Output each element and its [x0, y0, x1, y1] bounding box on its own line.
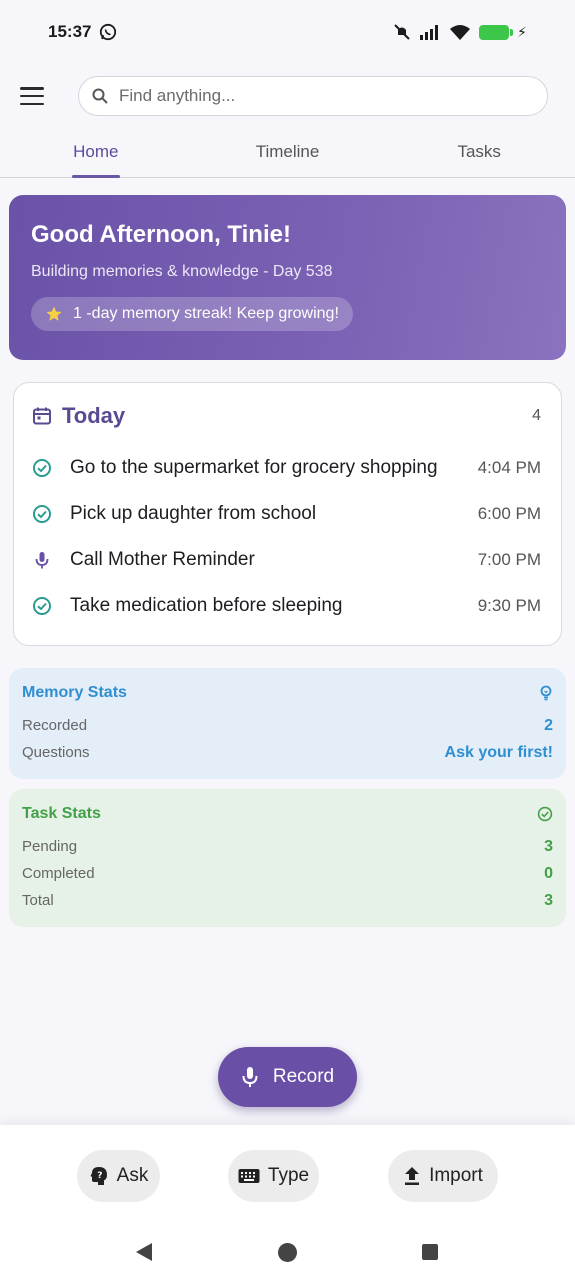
- search-icon: [92, 88, 108, 104]
- search-bar[interactable]: [78, 76, 548, 116]
- microphone-icon: [32, 550, 60, 570]
- check-circle-icon: [32, 458, 60, 478]
- today-count: 4: [532, 407, 541, 424]
- stats-row-label: Pending: [22, 838, 78, 855]
- task-stats-title: Task Stats: [22, 805, 101, 822]
- stats-row-value: 3: [544, 891, 553, 909]
- greeting-card: Good Afternoon, Tinie! Building memories…: [9, 195, 566, 360]
- memory-stats-card[interactable]: Memory Stats Recorded 2 Questions Ask yo…: [9, 668, 566, 779]
- recent-apps-icon[interactable]: [422, 1244, 438, 1260]
- stats-row: Pending 3: [22, 833, 553, 860]
- today-title: Today: [62, 403, 126, 428]
- type-label: Type: [267, 1165, 310, 1186]
- question-head-icon: ?: [90, 1167, 107, 1185]
- check-circle-icon: [32, 596, 60, 616]
- stats-row-label: Recorded: [22, 717, 88, 734]
- back-icon[interactable]: [136, 1243, 152, 1261]
- today-card: Today 4 Go to the supermarket for grocer…: [13, 382, 562, 646]
- status-time: 15:37: [48, 22, 92, 41]
- star-icon: [46, 306, 62, 321]
- stats-row: Recorded 2: [22, 712, 553, 739]
- check-circle-icon: [537, 806, 553, 822]
- microphone-icon: [242, 1067, 258, 1087]
- top-bar: [0, 74, 575, 118]
- today-item[interactable]: Pick up daughter from school 6:00 PM: [32, 491, 541, 537]
- today-item[interactable]: Call Mother Reminder 7:00 PM: [32, 537, 541, 583]
- lightbulb-icon: [540, 685, 552, 701]
- today-item[interactable]: Take medication before sleeping 9:30 PM: [32, 583, 541, 629]
- stats-row: Completed 0: [22, 860, 553, 887]
- signal-icon: [420, 25, 439, 40]
- whatsapp-icon: [100, 23, 117, 41]
- today-item-time: 9:30 PM: [477, 596, 541, 615]
- greeting-title: Good Afternoon, Tinie!: [31, 221, 291, 248]
- today-item-label: Go to the supermarket for grocery shoppi…: [70, 457, 438, 478]
- ask-button[interactable]: ? Ask: [77, 1150, 160, 1202]
- svg-text:?: ?: [97, 1171, 102, 1181]
- today-item-time: 4:04 PM: [477, 458, 541, 477]
- record-button[interactable]: Record: [218, 1047, 357, 1107]
- battery-charging-icon: [479, 24, 514, 40]
- wifi-icon: [450, 25, 471, 40]
- tab-tasks[interactable]: Tasks: [383, 132, 575, 177]
- greeting-subtitle: Building memories & knowledge - Day 538: [31, 263, 333, 280]
- search-input[interactable]: [119, 86, 519, 106]
- import-button[interactable]: Import: [388, 1150, 498, 1202]
- today-item-label: Pick up daughter from school: [70, 503, 317, 524]
- stats-row-value: 0: [544, 864, 553, 882]
- today-item-label: Call Mother Reminder: [70, 549, 255, 570]
- stats-row-value: 3: [544, 837, 553, 855]
- record-label: Record: [272, 1066, 335, 1087]
- streak-text: 1 -day memory streak! Keep growing!: [73, 305, 339, 322]
- keyboard-icon: [238, 1169, 260, 1183]
- today-item-time: 7:00 PM: [477, 550, 541, 569]
- stats-row: Total 3: [22, 887, 553, 914]
- stats-row-value: 2: [544, 716, 553, 734]
- menu-icon[interactable]: [20, 87, 44, 105]
- check-circle-icon: [32, 504, 60, 524]
- import-label: Import: [429, 1165, 483, 1186]
- ask-label: Ask: [116, 1165, 149, 1186]
- type-button[interactable]: Type: [228, 1150, 319, 1202]
- task-stats-card[interactable]: Task Stats Pending 3 Completed 0 Total 3: [9, 789, 566, 927]
- ask-first-link[interactable]: Ask your first!: [445, 744, 553, 762]
- upload-icon: [405, 1167, 420, 1185]
- calendar-icon: [33, 407, 51, 425]
- home-icon[interactable]: [278, 1243, 297, 1262]
- status-bar: 15:37 ⚡: [0, 0, 575, 64]
- stats-row: Questions Ask your first!: [22, 739, 553, 766]
- stats-row-label: Completed: [22, 865, 95, 882]
- streak-badge: 1 -day memory streak! Keep growing!: [31, 297, 353, 331]
- charging-bolt-icon: ⚡: [517, 23, 527, 40]
- system-nav-bar: [0, 1232, 575, 1274]
- memory-stats-title: Memory Stats: [22, 684, 127, 701]
- mute-icon: [394, 24, 410, 40]
- today-item[interactable]: Go to the supermarket for grocery shoppi…: [32, 445, 541, 491]
- today-item-time: 6:00 PM: [477, 504, 541, 523]
- today-item-label: Take medication before sleeping: [70, 595, 343, 616]
- stats-row-label: Questions: [22, 744, 90, 761]
- tab-home[interactable]: Home: [0, 132, 192, 178]
- stats-row-label: Total: [22, 892, 54, 909]
- tab-timeline[interactable]: Timeline: [192, 132, 384, 177]
- tab-bar: Home Timeline Tasks: [0, 132, 575, 178]
